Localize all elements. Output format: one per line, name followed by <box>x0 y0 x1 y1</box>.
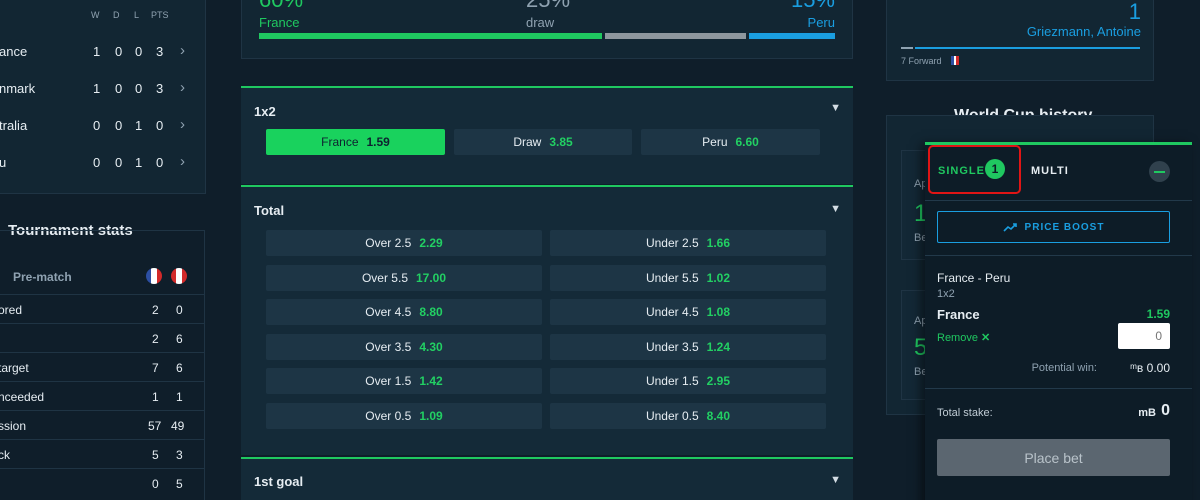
price-boost-button[interactable]: PRICE BOOST <box>937 211 1170 243</box>
odd-button-france[interactable]: France 1.59 <box>266 129 445 155</box>
tab-single[interactable]: SINGLE <box>938 165 985 177</box>
odd-button-under[interactable]: Under 5.5 1.02 <box>550 264 826 291</box>
bet-match: France - Peru <box>937 271 1011 285</box>
odd-button-over[interactable]: Over 3.5 4.30 <box>266 333 542 360</box>
france-flag-icon <box>951 56 960 65</box>
bet-odd: 1.59 <box>1146 307 1170 321</box>
odd-button-under[interactable]: Under 1.5 2.95 <box>550 368 826 394</box>
team-name: u <box>0 155 7 170</box>
pre-match-label: Pre-match <box>13 270 72 284</box>
remove-link[interactable]: Remove ✕ <box>937 331 990 344</box>
chevron-right-icon[interactable]: › <box>180 79 185 96</box>
col-d: D <box>113 10 120 20</box>
col-pts: PTS <box>151 10 169 20</box>
chevron-down-icon[interactable]: ▼ <box>830 474 841 486</box>
home-probability-bar <box>259 33 602 39</box>
draw-probability-bar <box>604 33 746 39</box>
team-name: ance <box>0 44 28 59</box>
currency-label: mB <box>1138 407 1156 419</box>
odd-button-peru[interactable]: Peru 6.60 <box>641 129 820 155</box>
collapse-icon[interactable] <box>1149 161 1170 182</box>
scorer-position: 7 Forward <box>901 56 942 66</box>
team-name: nmark <box>0 81 36 96</box>
home-percentage: 60% <box>259 0 303 13</box>
chevron-right-icon[interactable]: › <box>180 116 185 133</box>
odd-button-under[interactable]: Under 3.5 1.24 <box>550 333 826 360</box>
potential-win-label: Potential win: <box>1031 362 1097 374</box>
bet-market: 1x2 <box>937 288 955 300</box>
scorer-goals: 1 <box>1128 0 1141 24</box>
odd-button-over[interactable]: Over 5.5 17.00 <box>266 264 542 291</box>
odd-button-under[interactable]: Under 2.5 1.66 <box>550 230 826 256</box>
standings-row[interactable]: ance 1 0 0 3 › <box>0 42 205 81</box>
top-scorer-card: 1 Griezmann, Antoine 7 Forward <box>886 0 1154 81</box>
market-total: Total ▼ Over 2.5 2.29 Under 2.5 1.66 Over 5.… <box>241 185 853 455</box>
market-title: 1x2 <box>254 104 276 119</box>
stat-row: ssion 57 49 <box>0 410 204 439</box>
team-name: tralia <box>0 118 28 133</box>
odd-button-over[interactable]: Over 2.5 2.29 <box>266 230 542 256</box>
odd-button-over[interactable]: Over 4.5 8.80 <box>266 299 542 325</box>
chevron-down-icon[interactable]: ▼ <box>830 102 841 114</box>
bet-selection: France <box>937 307 980 322</box>
odd-button-over[interactable]: Over 0.5 1.09 <box>266 402 542 429</box>
stat-row: nceeded 1 1 <box>0 381 204 410</box>
chevron-right-icon[interactable]: › <box>180 42 185 59</box>
stake-input[interactable] <box>1118 323 1170 349</box>
total-stake-label: Total stake: <box>937 407 993 419</box>
market-title: 1st goal <box>254 474 304 489</box>
stat-row: ck 5 3 <box>0 439 204 468</box>
away-probability-bar <box>748 33 835 39</box>
close-icon: ✕ <box>981 332 991 344</box>
group-standings: W D L PTS ance 1 0 0 3 › nmark 1 0 0 3 ›… <box>0 0 206 194</box>
stat-row: 0 5 <box>0 468 204 497</box>
home-label: France <box>259 15 300 30</box>
col-l: L <box>134 10 140 20</box>
france-flag-icon <box>146 268 162 284</box>
away-percentage: 15% <box>791 0 835 13</box>
stat-row: ored 2 0 <box>0 294 204 323</box>
odd-button-over[interactable]: Over 1.5 1.42 <box>266 368 542 394</box>
single-count-badge: 1 <box>985 159 1005 179</box>
betslip: SINGLE 1 MULTI PRICE BOOST France - Peru… <box>925 142 1192 500</box>
tab-multi[interactable]: MULTI <box>1031 165 1069 177</box>
place-bet-button[interactable]: Place bet <box>937 439 1170 476</box>
draw-label: draw <box>526 15 555 30</box>
win-probability-card: 60% France 25% draw 15% Peru <box>241 0 853 59</box>
draw-percentage: 25% <box>526 0 570 13</box>
tournament-stats: Pre-match ored 2 0 2 6 target 7 6 nceede… <box>0 230 206 500</box>
market-first-goal: 1st goal ▼ <box>241 457 853 500</box>
standings-row[interactable]: tralia 0 0 1 0 › <box>0 116 205 155</box>
market-1x2: 1x2 ▼ France 1.59 Draw 3.85 Peru 6.60 <box>241 86 853 184</box>
odd-button-under[interactable]: Under 4.5 1.08 <box>550 299 826 325</box>
scorer-name: Griezmann, Antoine <box>1026 24 1141 39</box>
standings-row[interactable]: u 0 0 1 0 › <box>0 153 205 192</box>
stat-row: target 7 6 <box>0 352 204 381</box>
trending-up-icon <box>1002 223 1017 232</box>
total-stake-value: 0 <box>1161 402 1170 419</box>
standings-row[interactable]: nmark 1 0 0 3 › <box>0 79 205 118</box>
stat-row: 2 6 <box>0 323 204 352</box>
chevron-down-icon[interactable]: ▼ <box>830 203 841 215</box>
chevron-right-icon[interactable]: › <box>180 153 185 170</box>
col-w: W <box>91 10 100 20</box>
market-title: Total <box>254 203 285 218</box>
odd-button-under[interactable]: Under 0.5 8.40 <box>550 402 826 429</box>
away-label: Peru <box>807 15 835 30</box>
potential-win-value: ᵐʙ 0.00 <box>1130 361 1170 375</box>
odd-button-draw[interactable]: Draw 3.85 <box>454 129 632 155</box>
peru-flag-icon <box>171 268 187 284</box>
